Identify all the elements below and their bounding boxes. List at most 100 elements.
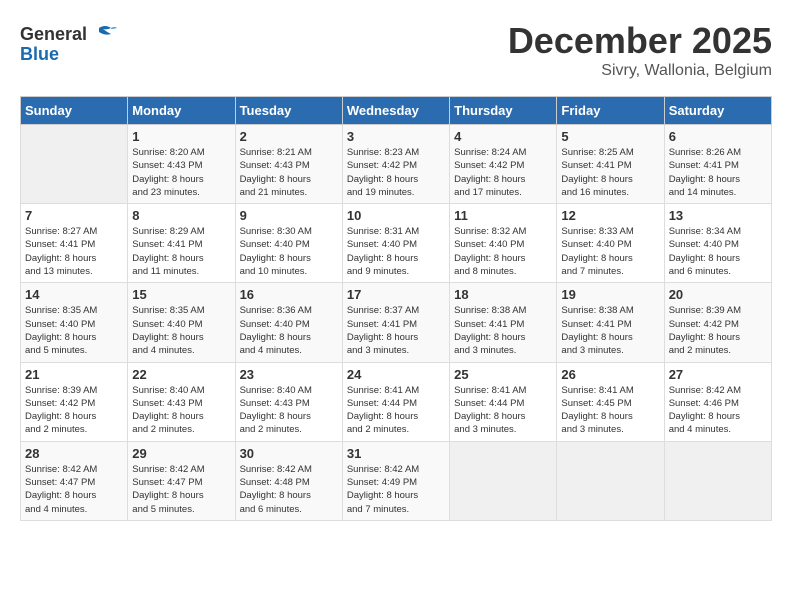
day-number: 22 xyxy=(132,367,230,382)
calendar-cell: 17 Sunrise: 8:37 AM Sunset: 4:41 PM Dayli… xyxy=(342,283,449,362)
day-info: Sunrise: 8:39 AM Sunset: 4:42 PM Dayligh… xyxy=(669,304,767,357)
day-info: Sunrise: 8:27 AM Sunset: 4:41 PM Dayligh… xyxy=(25,225,123,278)
calendar-cell: 20Sunrise: 8:39 AM Sunset: 4:42 PM Dayli… xyxy=(664,283,771,362)
day-number: 10 xyxy=(347,208,445,223)
calendar-cell: 4Sunrise: 8:24 AM Sunset: 4:42 PM Daylig… xyxy=(450,125,557,204)
calendar-cell: 24 Sunrise: 8:41 AM Sunset: 4:44 PM Dayli… xyxy=(342,362,449,441)
day-info: Sunrise: 8:29 AM Sunset: 4:41 PM Dayligh… xyxy=(132,225,230,278)
calendar-cell: 5 Sunrise: 8:25 AM Sunset: 4:41 PM Daylig… xyxy=(557,125,664,204)
day-info: Sunrise: 8:21 AM Sunset: 4:43 PM Dayligh… xyxy=(240,146,338,199)
day-number: 17 xyxy=(347,287,445,302)
day-number: 15 xyxy=(132,287,230,302)
day-header-friday: Friday xyxy=(557,97,664,125)
calendar-cell: 12 Sunrise: 8:33 AM Sunset: 4:40 PM Dayli… xyxy=(557,204,664,283)
day-header-sunday: Sunday xyxy=(21,97,128,125)
day-info: Sunrise: 8:38 AM Sunset: 4:41 PM Dayligh… xyxy=(561,304,659,357)
calendar-cell: 3 Sunrise: 8:23 AM Sunset: 4:42 PM Daylig… xyxy=(342,125,449,204)
calendar-cell: 8 Sunrise: 8:29 AM Sunset: 4:41 PM Daylig… xyxy=(128,204,235,283)
day-number: 19 xyxy=(561,287,659,302)
calendar-cell xyxy=(21,125,128,204)
day-info: Sunrise: 8:42 AM Sunset: 4:47 PM Dayligh… xyxy=(25,463,123,516)
day-info: Sunrise: 8:30 AM Sunset: 4:40 PM Dayligh… xyxy=(240,225,338,278)
day-header-saturday: Saturday xyxy=(664,97,771,125)
day-info: Sunrise: 8:36 AM Sunset: 4:40 PM Dayligh… xyxy=(240,304,338,357)
day-number: 12 xyxy=(561,208,659,223)
calendar-cell: 23Sunrise: 8:40 AM Sunset: 4:43 PM Dayli… xyxy=(235,362,342,441)
calendar-cell: 18Sunrise: 8:38 AM Sunset: 4:41 PM Dayli… xyxy=(450,283,557,362)
calendar-header-row: SundayMondayTuesdayWednesdayThursdayFrid… xyxy=(21,97,772,125)
day-info: Sunrise: 8:33 AM Sunset: 4:40 PM Dayligh… xyxy=(561,225,659,278)
calendar-table: SundayMondayTuesdayWednesdayThursdayFrid… xyxy=(20,96,772,521)
day-header-tuesday: Tuesday xyxy=(235,97,342,125)
day-info: Sunrise: 8:39 AM Sunset: 4:42 PM Dayligh… xyxy=(25,384,123,437)
day-info: Sunrise: 8:35 AM Sunset: 4:40 PM Dayligh… xyxy=(25,304,123,357)
day-header-thursday: Thursday xyxy=(450,97,557,125)
calendar-week-row: 21 Sunrise: 8:39 AM Sunset: 4:42 PM Dayli… xyxy=(21,362,772,441)
day-info: Sunrise: 8:24 AM Sunset: 4:42 PM Dayligh… xyxy=(454,146,552,199)
day-number: 29 xyxy=(132,446,230,461)
calendar-cell: 9 Sunrise: 8:30 AM Sunset: 4:40 PM Daylig… xyxy=(235,204,342,283)
day-info: Sunrise: 8:35 AM Sunset: 4:40 PM Dayligh… xyxy=(132,304,230,357)
day-info: Sunrise: 8:31 AM Sunset: 4:40 PM Dayligh… xyxy=(347,225,445,278)
day-number: 7 xyxy=(25,208,123,223)
location-subtitle: Sivry, Wallonia, Belgium xyxy=(508,62,772,80)
day-number: 6 xyxy=(669,129,767,144)
day-number: 27 xyxy=(669,367,767,382)
day-number: 24 xyxy=(347,367,445,382)
day-number: 2 xyxy=(240,129,338,144)
day-number: 30 xyxy=(240,446,338,461)
day-info: Sunrise: 8:42 AM Sunset: 4:47 PM Dayligh… xyxy=(132,463,230,516)
day-info: Sunrise: 8:25 AM Sunset: 4:41 PM Dayligh… xyxy=(561,146,659,199)
day-info: Sunrise: 8:32 AM Sunset: 4:40 PM Dayligh… xyxy=(454,225,552,278)
calendar-cell: 7 Sunrise: 8:27 AM Sunset: 4:41 PM Daylig… xyxy=(21,204,128,283)
day-info: Sunrise: 8:37 AM Sunset: 4:41 PM Dayligh… xyxy=(347,304,445,357)
day-number: 21 xyxy=(25,367,123,382)
calendar-cell: 13 Sunrise: 8:34 AM Sunset: 4:40 PM Dayli… xyxy=(664,204,771,283)
calendar-cell: 10 Sunrise: 8:31 AM Sunset: 4:40 PM Dayli… xyxy=(342,204,449,283)
calendar-cell: 30 Sunrise: 8:42 AM Sunset: 4:48 PM Dayli… xyxy=(235,441,342,520)
day-number: 5 xyxy=(561,129,659,144)
day-info: Sunrise: 8:34 AM Sunset: 4:40 PM Dayligh… xyxy=(669,225,767,278)
calendar-cell: 19 Sunrise: 8:38 AM Sunset: 4:41 PM Dayli… xyxy=(557,283,664,362)
day-info: Sunrise: 8:26 AM Sunset: 4:41 PM Dayligh… xyxy=(669,146,767,199)
calendar-cell: 14Sunrise: 8:35 AM Sunset: 4:40 PM Dayli… xyxy=(21,283,128,362)
calendar-cell: 1 Sunrise: 8:20 AM Sunset: 4:43 PM Daylig… xyxy=(128,125,235,204)
calendar-cell: 16 Sunrise: 8:36 AM Sunset: 4:40 PM Dayli… xyxy=(235,283,342,362)
day-header-wednesday: Wednesday xyxy=(342,97,449,125)
day-number: 11 xyxy=(454,208,552,223)
calendar-cell xyxy=(664,441,771,520)
day-number: 13 xyxy=(669,208,767,223)
calendar-week-row: 1 Sunrise: 8:20 AM Sunset: 4:43 PM Daylig… xyxy=(21,125,772,204)
day-info: Sunrise: 8:42 AM Sunset: 4:46 PM Dayligh… xyxy=(669,384,767,437)
calendar-cell xyxy=(557,441,664,520)
calendar-cell: 25Sunrise: 8:41 AM Sunset: 4:44 PM Dayli… xyxy=(450,362,557,441)
calendar-cell: 6 Sunrise: 8:26 AM Sunset: 4:41 PM Daylig… xyxy=(664,125,771,204)
calendar-week-row: 28Sunrise: 8:42 AM Sunset: 4:47 PM Dayli… xyxy=(21,441,772,520)
day-info: Sunrise: 8:42 AM Sunset: 4:49 PM Dayligh… xyxy=(347,463,445,516)
day-number: 3 xyxy=(347,129,445,144)
logo-bird-icon xyxy=(89,20,117,48)
day-info: Sunrise: 8:40 AM Sunset: 4:43 PM Dayligh… xyxy=(132,384,230,437)
day-info: Sunrise: 8:38 AM Sunset: 4:41 PM Dayligh… xyxy=(454,304,552,357)
logo-general-text: General xyxy=(20,24,87,45)
day-info: Sunrise: 8:41 AM Sunset: 4:44 PM Dayligh… xyxy=(347,384,445,437)
day-number: 9 xyxy=(240,208,338,223)
calendar-cell: 27 Sunrise: 8:42 AM Sunset: 4:46 PM Dayli… xyxy=(664,362,771,441)
calendar-cell: 28Sunrise: 8:42 AM Sunset: 4:47 PM Dayli… xyxy=(21,441,128,520)
day-info: Sunrise: 8:23 AM Sunset: 4:42 PM Dayligh… xyxy=(347,146,445,199)
calendar-cell: 29 Sunrise: 8:42 AM Sunset: 4:47 PM Dayli… xyxy=(128,441,235,520)
logo-blue-text: Blue xyxy=(20,44,59,65)
day-number: 8 xyxy=(132,208,230,223)
day-number: 23 xyxy=(240,367,338,382)
month-title: December 2025 xyxy=(508,20,772,62)
day-info: Sunrise: 8:42 AM Sunset: 4:48 PM Dayligh… xyxy=(240,463,338,516)
calendar-cell: 26Sunrise: 8:41 AM Sunset: 4:45 PM Dayli… xyxy=(557,362,664,441)
day-number: 1 xyxy=(132,129,230,144)
calendar-cell: 15 Sunrise: 8:35 AM Sunset: 4:40 PM Dayli… xyxy=(128,283,235,362)
day-number: 25 xyxy=(454,367,552,382)
calendar-cell: 31Sunrise: 8:42 AM Sunset: 4:49 PM Dayli… xyxy=(342,441,449,520)
day-number: 16 xyxy=(240,287,338,302)
page-header: General Blue December 2025 Sivry, Wallon… xyxy=(20,20,772,80)
day-info: Sunrise: 8:20 AM Sunset: 4:43 PM Dayligh… xyxy=(132,146,230,199)
day-header-monday: Monday xyxy=(128,97,235,125)
